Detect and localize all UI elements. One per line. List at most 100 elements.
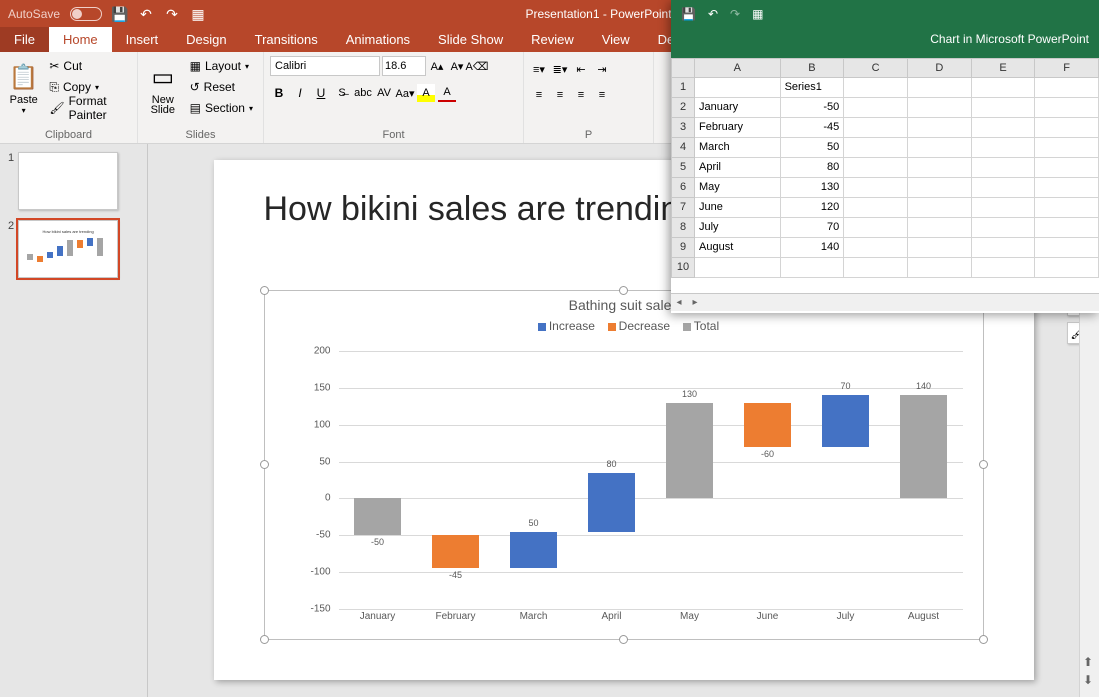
- cell[interactable]: [844, 178, 908, 198]
- cell[interactable]: [1035, 138, 1099, 158]
- col-header[interactable]: C: [844, 58, 908, 78]
- row-header[interactable]: 3: [671, 118, 695, 138]
- next-slide-icon[interactable]: ⬇: [1083, 673, 1093, 687]
- chart-legend[interactable]: Increase Decrease Total: [265, 319, 983, 333]
- indent-left-button[interactable]: ⇤: [572, 60, 590, 78]
- font-color-button[interactable]: A: [438, 84, 456, 102]
- selection-handle[interactable]: [260, 635, 269, 644]
- chart-object[interactable]: Bathing suit sales Increase Decrease Tot…: [264, 290, 984, 640]
- redo-icon[interactable]: ↷: [164, 6, 180, 22]
- col-header[interactable]: A: [695, 58, 781, 78]
- bold-button[interactable]: B: [270, 84, 288, 102]
- excel-grid[interactable]: 12345678910 ABCDEF Series1January-50Febr…: [671, 58, 1099, 293]
- autosave-toggle[interactable]: [70, 7, 102, 21]
- cell[interactable]: [781, 258, 845, 278]
- cell[interactable]: [844, 138, 908, 158]
- tab-insert[interactable]: Insert: [112, 27, 173, 52]
- justify-button[interactable]: ≡: [593, 86, 611, 104]
- cell[interactable]: [844, 218, 908, 238]
- selection-handle[interactable]: [619, 286, 628, 295]
- section-button[interactable]: ▤Section▾: [186, 98, 257, 118]
- chart-bar[interactable]: [666, 403, 713, 499]
- new-slide-button[interactable]: ▭ New Slide: [144, 56, 182, 122]
- cell[interactable]: [908, 138, 972, 158]
- undo-icon[interactable]: ↶: [138, 6, 154, 22]
- align-left-button[interactable]: ≡: [530, 86, 548, 104]
- excel-save-icon[interactable]: 💾: [681, 7, 696, 21]
- cell[interactable]: [908, 158, 972, 178]
- cell[interactable]: [1035, 218, 1099, 238]
- cell[interactable]: April: [695, 158, 781, 178]
- font-name-select[interactable]: [270, 56, 380, 76]
- shadow-button[interactable]: abc: [354, 84, 372, 102]
- selection-handle[interactable]: [979, 635, 988, 644]
- selection-handle[interactable]: [979, 460, 988, 469]
- cell[interactable]: [972, 98, 1036, 118]
- grow-font-icon[interactable]: A▴: [428, 57, 446, 75]
- row-header[interactable]: 5: [671, 158, 695, 178]
- align-right-button[interactable]: ≡: [572, 86, 590, 104]
- cell[interactable]: 80: [781, 158, 845, 178]
- bullets-button[interactable]: ≡▾: [530, 60, 548, 78]
- scroll-right-icon[interactable]: ▸: [687, 295, 703, 311]
- cell[interactable]: [1035, 198, 1099, 218]
- cell[interactable]: 120: [781, 198, 845, 218]
- underline-button[interactable]: U: [312, 84, 330, 102]
- prev-slide-icon[interactable]: ⬆: [1083, 655, 1093, 669]
- layout-button[interactable]: ▦Layout▾: [186, 56, 257, 76]
- cell[interactable]: June: [695, 198, 781, 218]
- scroll-left-icon[interactable]: ◂: [671, 295, 687, 311]
- col-header[interactable]: B: [781, 58, 845, 78]
- cell[interactable]: [908, 98, 972, 118]
- row-header[interactable]: 10: [671, 258, 695, 278]
- cell[interactable]: 50: [781, 138, 845, 158]
- chart-bar[interactable]: [900, 395, 947, 498]
- col-header[interactable]: E: [972, 58, 1036, 78]
- cell[interactable]: [972, 238, 1036, 258]
- cell[interactable]: August: [695, 238, 781, 258]
- cell[interactable]: [1035, 78, 1099, 98]
- selection-handle[interactable]: [260, 460, 269, 469]
- col-header[interactable]: F: [1035, 58, 1099, 78]
- row-header[interactable]: 7: [671, 198, 695, 218]
- cell[interactable]: January: [695, 98, 781, 118]
- tab-animations[interactable]: Animations: [332, 27, 424, 52]
- chart-bar[interactable]: [822, 395, 869, 447]
- cell[interactable]: -45: [781, 118, 845, 138]
- cell[interactable]: [908, 78, 972, 98]
- excel-chart-data-window[interactable]: 💾 ↶ ↷ ▦ Chart in Microsoft PowerPoint 12…: [671, 0, 1099, 313]
- col-header[interactable]: D: [908, 58, 972, 78]
- cell[interactable]: [908, 178, 972, 198]
- select-all-corner[interactable]: [671, 58, 695, 78]
- spacing-button[interactable]: AV: [375, 84, 393, 102]
- case-button[interactable]: Aa▾: [396, 84, 414, 102]
- cell[interactable]: [844, 118, 908, 138]
- numbering-button[interactable]: ≣▾: [551, 60, 569, 78]
- cell[interactable]: [844, 98, 908, 118]
- clear-format-icon[interactable]: A⌫: [468, 57, 486, 75]
- row-header[interactable]: 9: [671, 238, 695, 258]
- paste-button[interactable]: 📋 Paste ▾: [6, 56, 41, 122]
- cell[interactable]: [1035, 118, 1099, 138]
- chart-bar[interactable]: [588, 473, 635, 532]
- selection-handle[interactable]: [260, 286, 269, 295]
- cell[interactable]: [972, 258, 1036, 278]
- cell[interactable]: Series1: [781, 78, 845, 98]
- tab-transitions[interactable]: Transitions: [241, 27, 332, 52]
- cell[interactable]: [908, 118, 972, 138]
- tab-review[interactable]: Review: [517, 27, 588, 52]
- chart-bar[interactable]: [354, 498, 401, 535]
- cell[interactable]: -50: [781, 98, 845, 118]
- cell[interactable]: [844, 238, 908, 258]
- strikethrough-button[interactable]: S̶: [333, 84, 351, 102]
- cell[interactable]: [695, 78, 781, 98]
- tab-view[interactable]: View: [588, 27, 644, 52]
- cell[interactable]: 140: [781, 238, 845, 258]
- thumbnail-pane[interactable]: 1 2 How bikini sales are trending: [0, 144, 148, 697]
- italic-button[interactable]: I: [291, 84, 309, 102]
- cell[interactable]: [908, 258, 972, 278]
- start-from-beginning-icon[interactable]: ▦: [190, 6, 206, 22]
- cell[interactable]: [972, 178, 1036, 198]
- slide-thumb-1[interactable]: 1: [8, 152, 139, 210]
- indent-right-button[interactable]: ⇥: [593, 60, 611, 78]
